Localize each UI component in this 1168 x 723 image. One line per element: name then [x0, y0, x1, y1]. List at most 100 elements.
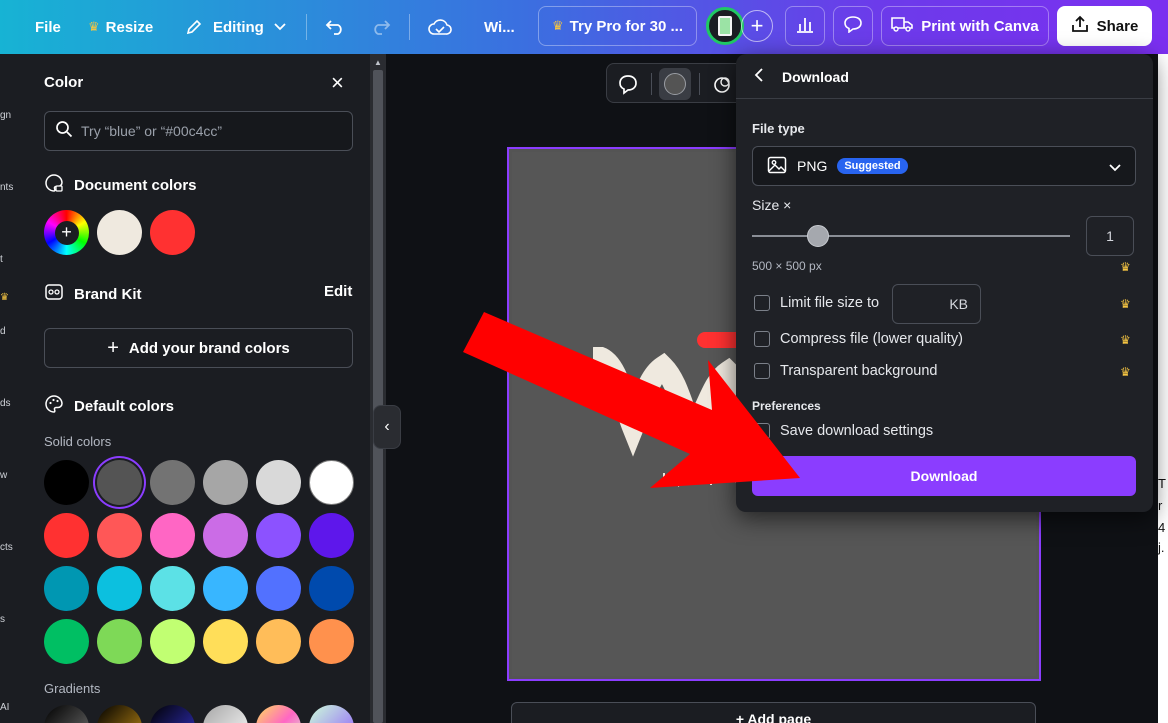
compress-file-option[interactable]: Compress file (lower quality) [754, 331, 963, 347]
limit-file-size-option[interactable]: Limit file size to [754, 295, 879, 311]
redo-button[interactable] [371, 0, 391, 54]
size-slider-thumb[interactable] [807, 225, 830, 247]
insights-button[interactable] [785, 6, 825, 46]
rail-label[interactable]: gn [0, 110, 11, 121]
solid-color-swatch[interactable] [256, 460, 301, 505]
back-chevron-icon[interactable] [754, 68, 764, 87]
add-color-swatch[interactable]: + [44, 210, 89, 255]
solid-color-swatch[interactable] [44, 513, 89, 558]
share-upload-icon [1071, 15, 1089, 37]
solid-color-swatch[interactable] [97, 566, 142, 611]
solid-color-swatch[interactable] [150, 460, 195, 505]
save-settings-checkbox[interactable] [754, 423, 770, 439]
solid-color-swatch[interactable] [256, 513, 301, 558]
editing-mode-button[interactable]: Editing [185, 0, 286, 54]
file-menu[interactable]: File [35, 0, 61, 54]
solid-color-swatch[interactable] [97, 460, 142, 505]
solid-color-swatch[interactable] [97, 619, 142, 664]
document-title[interactable]: Wi... [484, 0, 515, 54]
gradient-swatch[interactable] [203, 705, 248, 723]
solid-color-swatch[interactable] [150, 566, 195, 611]
solid-color-swatch[interactable] [256, 566, 301, 611]
solid-color-swatch[interactable] [309, 460, 354, 505]
solid-color-swatch[interactable] [309, 619, 354, 664]
scroll-up-icon[interactable]: ▲ [374, 58, 382, 67]
download-button[interactable]: Download [752, 456, 1136, 496]
close-icon[interactable]: × [331, 72, 344, 94]
solid-color-swatch[interactable] [203, 460, 248, 505]
solid-color-swatch[interactable] [203, 566, 248, 611]
add-page-button[interactable]: + Add page [511, 702, 1036, 723]
color-panel: Color × Document colors + Brand Kit Edit… [28, 54, 370, 723]
color-search-input[interactable] [81, 123, 331, 139]
solid-color-swatch[interactable] [150, 513, 195, 558]
resize-button[interactable]: ♛ Resize [88, 0, 153, 54]
file-type-select[interactable]: PNG Suggested [752, 146, 1136, 186]
gradient-swatch[interactable] [256, 705, 301, 723]
adjacent-text: j. [1158, 540, 1165, 555]
invite-plus-button[interactable]: + [741, 10, 773, 42]
undo-button[interactable] [325, 0, 345, 54]
save-download-settings-option[interactable]: Save download settings [754, 423, 933, 439]
collapse-panel-button[interactable]: ‹ [373, 405, 401, 449]
solid-color-swatch[interactable] [44, 460, 89, 505]
solid-color-swatch[interactable] [44, 566, 89, 611]
element-context-toolbar [606, 63, 756, 103]
share-button[interactable]: Share [1057, 6, 1152, 46]
effects-icon[interactable] [711, 74, 733, 101]
document-color-swatch[interactable] [150, 210, 195, 255]
adjacent-text: 4 [1158, 520, 1166, 535]
limit-file-size-checkbox[interactable] [754, 295, 770, 311]
palette-icon [44, 394, 64, 418]
solid-color-swatch[interactable] [44, 619, 89, 664]
comments-button[interactable] [833, 6, 873, 46]
gradient-swatch[interactable] [44, 705, 89, 723]
rail-label[interactable]: s [0, 614, 5, 625]
gradient-swatch[interactable] [309, 705, 354, 723]
add-brand-colors-button[interactable]: + Add your brand colors [44, 328, 353, 368]
rail-label[interactable]: nts [0, 182, 13, 193]
gradient-swatch[interactable] [97, 705, 142, 723]
solid-colors-label: Solid colors [44, 434, 112, 449]
rail-label[interactable]: t [0, 254, 3, 265]
compress-file-checkbox[interactable] [754, 331, 770, 347]
solid-color-swatch[interactable] [203, 619, 248, 664]
file-type-value: PNG [797, 158, 828, 174]
rail-label[interactable]: cts [0, 542, 13, 553]
toolbar-divider [651, 73, 652, 95]
avatar[interactable] [706, 7, 744, 45]
color-search-box[interactable] [44, 111, 353, 151]
chevron-down-icon [1109, 159, 1121, 175]
redo-icon [371, 19, 391, 35]
fill-color-button[interactable] [659, 68, 691, 100]
solid-color-swatch[interactable] [256, 619, 301, 664]
save-status-button[interactable] [428, 0, 452, 54]
solid-color-swatch[interactable] [97, 513, 142, 558]
solid-color-swatch[interactable] [203, 513, 248, 558]
solid-color-swatch[interactable] [150, 619, 195, 664]
gradient-swatch[interactable] [150, 705, 195, 723]
rail-label[interactable]: d [0, 326, 6, 337]
rail-label[interactable]: AI [0, 702, 9, 713]
panel-scrollbar[interactable]: ▲ [370, 54, 386, 723]
brand-kit-edit-link[interactable]: Edit [324, 283, 352, 300]
file-size-limit-input[interactable]: KB [892, 284, 981, 324]
file-type-label: File type [752, 121, 805, 136]
solid-color-swatch[interactable] [309, 566, 354, 611]
undo-icon [325, 19, 345, 35]
rail-label[interactable]: w [0, 470, 7, 481]
transparent-background-option[interactable]: Transparent background [754, 363, 937, 379]
try-pro-button[interactable]: ♛ Try Pro for 30 ... [538, 6, 697, 46]
solid-color-swatch[interactable] [309, 513, 354, 558]
scrollbar-thumb[interactable] [373, 70, 383, 723]
document-color-swatch[interactable] [97, 210, 142, 255]
size-slider[interactable] [752, 235, 1070, 237]
rail-label[interactable]: ds [0, 398, 11, 409]
image-icon [767, 156, 787, 177]
size-input[interactable]: 1 [1086, 216, 1134, 256]
transparent-background-checkbox[interactable] [754, 363, 770, 379]
comment-add-icon[interactable] [617, 73, 639, 100]
print-with-canva-button[interactable]: Print with Canva [881, 6, 1049, 46]
brand-kit-icon [44, 283, 64, 305]
size-label: Size × [752, 197, 792, 213]
